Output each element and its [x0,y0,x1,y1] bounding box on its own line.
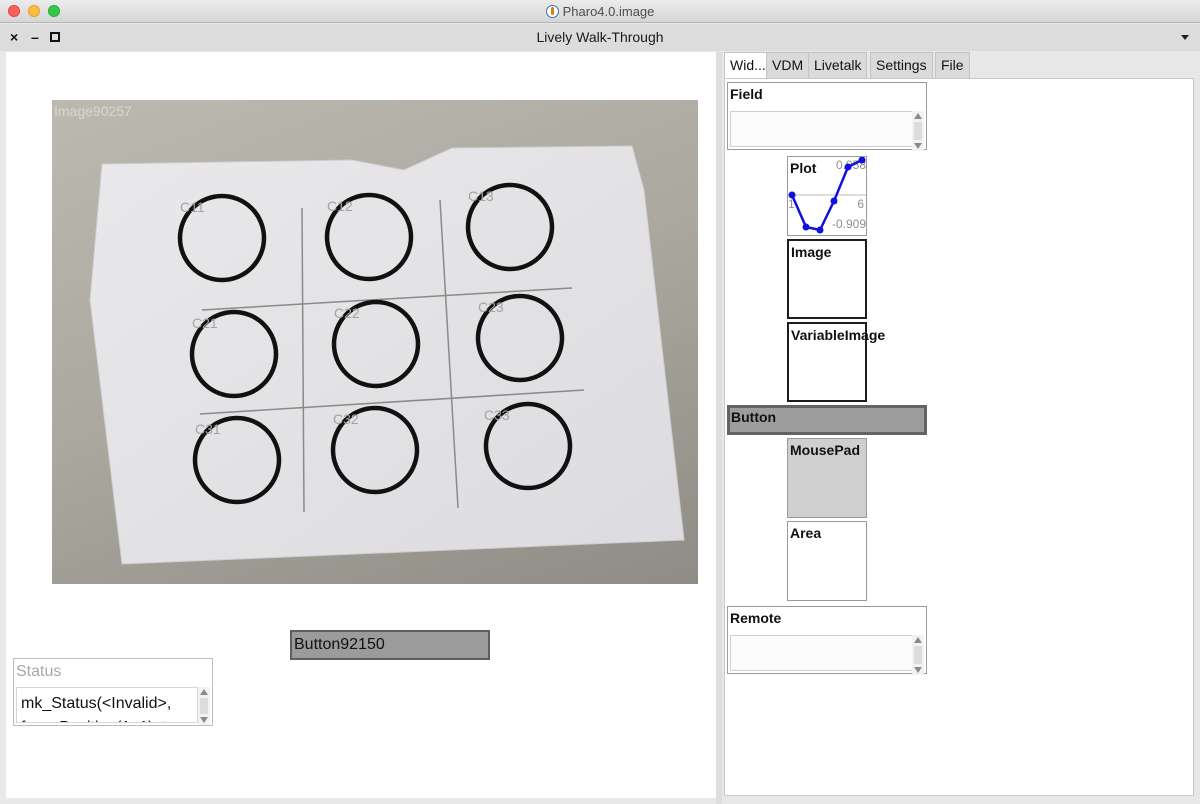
palette-remote-input[interactable] [730,635,924,671]
cell-label: C11 [180,199,205,215]
palette-mousepad-label: MousePad [790,442,861,458]
cell-label: C22 [334,305,360,321]
cell-label: C32 [333,411,359,427]
palette-variable-image-label: VariableImage [791,327,886,343]
palette-remote[interactable]: Remote [727,606,927,675]
cell-label: C13 [468,188,494,204]
scroll-thumb[interactable] [914,122,922,140]
status-text-field[interactable]: mk_Status(<Invalid>, focusPosition(1, 1),… [16,687,198,723]
scroll-up-icon[interactable] [200,689,208,695]
scroll-down-icon[interactable] [914,667,922,673]
pane-splitter[interactable] [716,52,722,804]
palette-image[interactable]: Image [787,239,867,319]
image-widget[interactable]: C11 C12 C13 C21 C22 C23 C31 C32 C33 Image90257 [52,100,698,584]
cell-label: C23 [478,299,504,315]
tab-file[interactable]: File [935,52,970,78]
palette-field[interactable]: Field [727,82,927,151]
palette-plot[interactable]: Plot 0.958 1 6 -0.909 [787,156,867,236]
paper-photo: C11 C12 C13 C21 C22 C23 C31 C32 C33 [89,145,685,565]
tab-vdm[interactable]: VDM [766,52,810,78]
palette-field-label: Field [730,86,763,102]
palette-button[interactable]: Button [727,405,927,435]
status-text-line: focusPosition(1, 1), t... [21,719,180,722]
os-title-bar: Pharo4.0.image [0,0,1200,23]
tab-widgets[interactable]: Wid... [724,52,772,78]
palette-variable-image[interactable]: VariableImage [787,322,885,402]
palette-remote-label: Remote [730,610,782,626]
scroll-down-icon[interactable] [200,717,208,723]
app-title: Pharo4.0.image [0,4,1200,19]
palette-image-label: Image [791,244,832,260]
tab-livetalk[interactable]: Livetalk [808,52,868,78]
palette-button-label: Button [731,409,777,425]
tab-bar: Wid... VDM Livetalk Settings File [723,52,1200,78]
scroll-up-icon[interactable] [914,113,922,119]
canvas-button[interactable]: Button92150 [290,630,490,660]
chevron-down-icon[interactable] [1181,35,1189,40]
scroll-thumb[interactable] [200,698,208,714]
status-text-line: mk_Status(<Invalid>, [21,695,172,712]
remote-scrollbar[interactable] [912,635,924,675]
status-text: mk_Status(<Invalid>, focusPosition(1, 1),… [21,695,180,722]
window-title: Lively Walk-Through [536,29,664,45]
window-bar: × – Lively Walk-Through [0,24,1200,51]
palette-field-input[interactable] [730,111,924,147]
cell-label: C31 [195,421,221,437]
widget-palette: Field Plot 0.958 1 6 -0.909 Image Variab… [724,78,1194,796]
status-scrollbar[interactable] [198,687,210,725]
pharo-icon [545,5,559,18]
field-scrollbar[interactable] [912,111,924,151]
lively-canvas[interactable]: C11 C12 C13 C21 C22 C23 C31 C32 C33 Image90257 B… [6,52,716,798]
cell-label: C33 [484,407,510,423]
image-label: Image90257 [54,103,132,119]
scroll-up-icon[interactable] [914,637,922,643]
palette-area-label: Area [790,525,822,541]
palette-area[interactable]: Area [787,521,867,601]
status-title: Status [16,663,62,680]
palette-mousepad[interactable]: MousePad [787,438,867,518]
status-widget: Status mk_Status(<Invalid>, focusPosition… [13,658,213,726]
scroll-down-icon[interactable] [914,143,922,149]
plot-chart [788,157,866,234]
cell-label: C12 [327,198,353,214]
scroll-thumb[interactable] [914,646,922,664]
tab-settings[interactable]: Settings [870,52,933,78]
cell-label: C21 [192,315,218,331]
